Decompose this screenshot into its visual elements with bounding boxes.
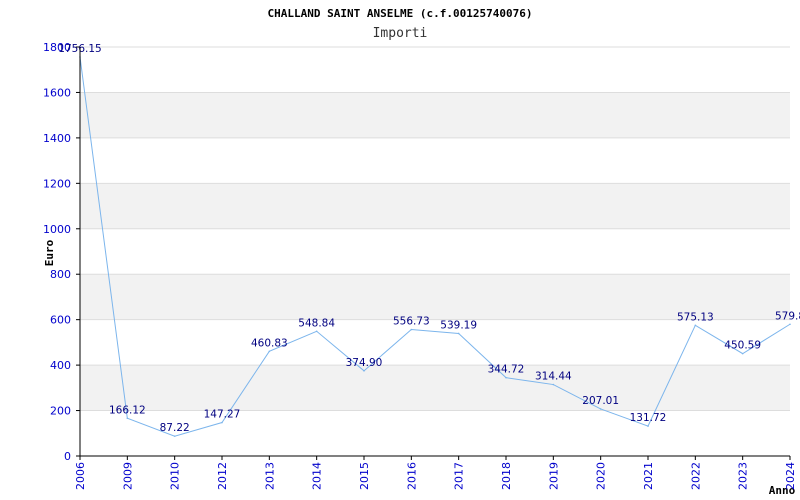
data-label: 450.59 — [724, 340, 761, 352]
y-tick-label: 1000 — [43, 223, 71, 236]
y-tick-label: 800 — [50, 268, 71, 281]
data-label: 147.27 — [204, 409, 241, 421]
data-label: 87.22 — [160, 422, 190, 434]
chart: CHALLAND SAINT ANSELME (c.f.00125740076)… — [0, 0, 800, 500]
data-label: 460.83 — [251, 337, 288, 349]
y-tick-label: 1400 — [43, 132, 71, 145]
x-tick-label: 2018 — [500, 462, 513, 490]
data-label: 539.19 — [440, 319, 477, 331]
x-tick-label: 2012 — [216, 462, 229, 490]
data-label: 575.13 — [677, 311, 714, 323]
data-point — [599, 408, 602, 410]
x-tick-label: 2023 — [737, 462, 750, 490]
x-tick-label: 2010 — [169, 462, 182, 490]
x-tick-label: 2015 — [358, 462, 371, 490]
data-point — [741, 352, 744, 355]
y-tick-label: 400 — [50, 359, 71, 372]
data-label: 579.8 — [775, 310, 800, 322]
x-tick-label: 2014 — [311, 462, 324, 490]
data-point — [126, 417, 129, 420]
plot-band — [80, 365, 790, 411]
x-tick-label: 2022 — [689, 462, 702, 490]
x-axis-ticks: 2006 2009 2010 2012 2013 2014 2015 2016 2017 2018… — [74, 456, 797, 490]
data-label: 548.84 — [298, 317, 335, 329]
data-label: 166.12 — [109, 404, 146, 416]
x-tick-label: 2009 — [121, 462, 134, 490]
chart-subtitle: Importi — [373, 26, 428, 41]
x-tick-label: 2020 — [595, 462, 608, 490]
y-tick-label: 200 — [50, 405, 71, 418]
x-tick-label: 2024 — [784, 462, 797, 490]
y-tick-label: 1200 — [43, 177, 71, 190]
data-point — [505, 376, 507, 379]
data-point — [694, 324, 697, 327]
x-tick-label: 2019 — [547, 462, 560, 490]
data-point — [221, 421, 223, 424]
data-point — [552, 383, 555, 386]
data-point — [315, 330, 318, 333]
data-point — [457, 332, 460, 335]
data-point — [647, 425, 649, 427]
line-chart: CHALLAND SAINT ANSELME (c.f.00125740076)… — [43, 7, 800, 497]
data-label: 207.01 — [582, 395, 619, 407]
data-label: 374.90 — [346, 357, 383, 369]
data-label: 344.72 — [488, 364, 525, 376]
data-label: 556.73 — [393, 315, 430, 327]
x-tick-label: 2021 — [642, 462, 655, 490]
y-axis-label: Euro — [43, 239, 56, 266]
y-tick-label: 1600 — [43, 86, 71, 99]
data-point — [268, 350, 271, 353]
plot-band — [80, 183, 790, 229]
plot-bands — [80, 92, 790, 411]
y-tick-label: 600 — [50, 314, 71, 327]
chart-title: CHALLAND SAINT ANSELME (c.f.00125740076) — [268, 7, 533, 20]
x-tick-label: 2017 — [453, 462, 466, 490]
plot-band — [80, 92, 790, 138]
x-tick-label: 2006 — [74, 462, 87, 490]
data-point — [410, 328, 413, 331]
data-point — [789, 323, 791, 326]
data-label: 314.44 — [535, 371, 572, 383]
y-tick-label: 0 — [64, 450, 71, 463]
data-point — [173, 435, 176, 437]
data-label: 131.72 — [630, 412, 667, 424]
data-point — [363, 370, 365, 372]
x-tick-label: 2016 — [405, 462, 418, 490]
x-tick-label: 2013 — [263, 462, 276, 490]
